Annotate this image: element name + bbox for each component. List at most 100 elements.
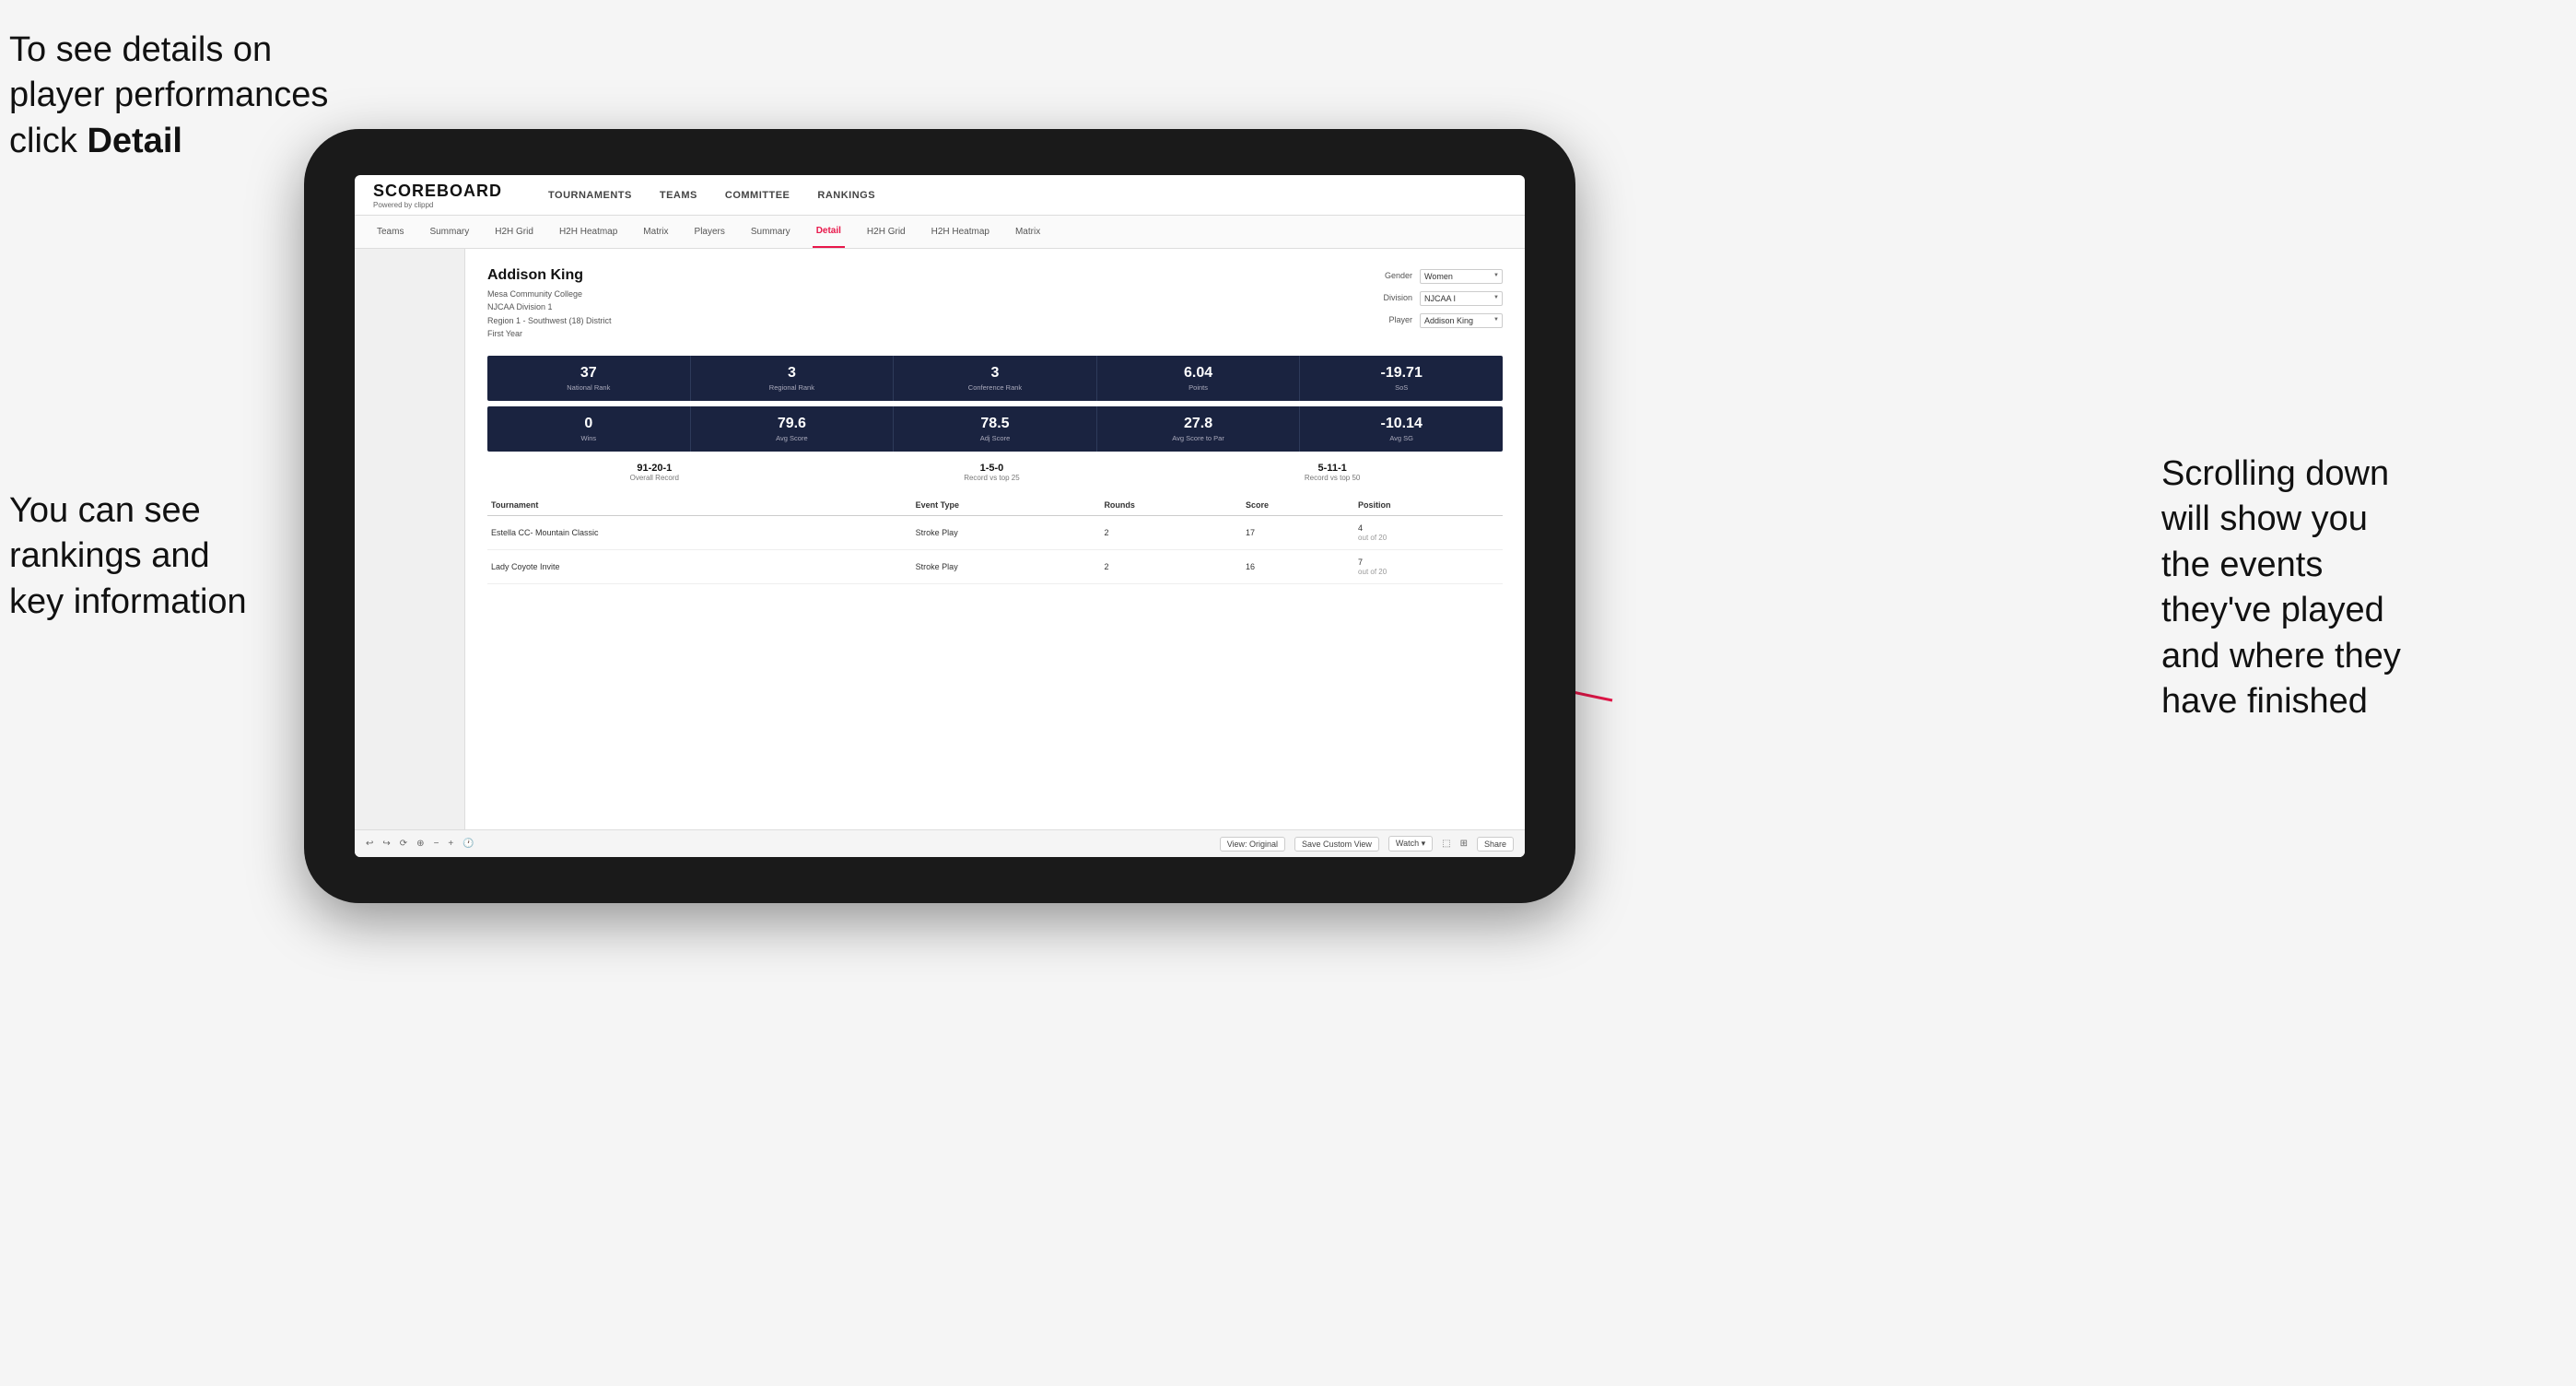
row2-event-type: Stroke Play <box>912 549 1101 583</box>
second-nav: Teams Summary H2H Grid H2H Heatmap Matri… <box>355 216 1525 249</box>
player-select-wrapper[interactable]: Addison King <box>1420 311 1503 328</box>
stat-regional-rank: 3 Regional Rank <box>691 356 895 401</box>
content-area: Addison King Mesa Community College NJCA… <box>355 249 1525 829</box>
tab-h2h-grid-2[interactable]: H2H Grid <box>863 216 909 248</box>
player-name: Addison King <box>487 267 612 284</box>
undo-icon[interactable]: ↩ <box>366 839 373 849</box>
stat-adj-score-value: 78.5 <box>980 416 1009 432</box>
stat-avg-score-value: 79.6 <box>778 416 806 432</box>
row1-event-type: Stroke Play <box>912 515 1101 549</box>
stat-adj-score: 78.5 Adj Score <box>894 406 1097 452</box>
stat-avg-score: 79.6 Avg Score <box>691 406 895 452</box>
stat-conference-rank-value: 3 <box>991 365 1000 382</box>
player-select[interactable]: Addison King <box>1420 313 1503 328</box>
player-region: Region 1 - Southwest (18) District <box>487 314 612 327</box>
clock-icon[interactable]: 🕐 <box>463 839 474 849</box>
record-overall-label: Overall Record <box>630 474 679 482</box>
player-school: Mesa Community College <box>487 288 612 300</box>
row1-tournament: Estella CC- Mountain Classic <box>487 515 912 549</box>
stat-avg-sg: -10.14 Avg SG <box>1300 406 1503 452</box>
col-event-type: Event Type <box>912 495 1101 516</box>
record-top25-value: 1-5-0 <box>980 463 1004 474</box>
player-filters: Gender Women Men Division <box>1370 267 1503 341</box>
screen-icon[interactable]: ⬚ <box>1442 839 1450 849</box>
nav-committee[interactable]: COMMITTEE <box>725 190 790 201</box>
stat-avg-score-par: 27.8 Avg Score to Par <box>1097 406 1301 452</box>
grid-icon[interactable]: ⊞ <box>1460 839 1468 849</box>
division-select-wrapper[interactable]: NJCAA I NJCAA II <box>1420 289 1503 306</box>
row2-rounds: 2 <box>1100 549 1242 583</box>
record-top25-label: Record vs top 25 <box>964 474 1019 482</box>
row1-rounds: 2 <box>1100 515 1242 549</box>
zoom-icon[interactable]: ⊕ <box>416 839 424 849</box>
tournament-table: Tournament Event Type Rounds Score Posit… <box>487 495 1503 584</box>
record-overall-value: 91-20-1 <box>637 463 672 474</box>
stats-row-2: 0 Wins 79.6 Avg Score 78.5 Adj Score 27.… <box>487 406 1503 452</box>
gender-label: Gender <box>1370 271 1412 280</box>
stat-regional-rank-label: Regional Rank <box>769 383 814 392</box>
save-custom-view-button[interactable]: Save Custom View <box>1294 837 1379 852</box>
redo-icon[interactable]: ↪ <box>382 839 390 849</box>
stat-sos-value: -19.71 <box>1380 365 1422 382</box>
stat-sos: -19.71 SoS <box>1300 356 1503 401</box>
stats-row-1: 37 National Rank 3 Regional Rank 3 Confe… <box>487 356 1503 401</box>
stat-points: 6.04 Points <box>1097 356 1301 401</box>
player-year: First Year <box>487 327 612 340</box>
tab-players[interactable]: Players <box>691 216 729 248</box>
stat-avg-score-par-label: Avg Score to Par <box>1172 434 1224 442</box>
top-nav: SCOREBOARD Powered by clippd TOURNAMENTS… <box>355 175 1525 216</box>
records-row: 91-20-1 Overall Record 1-5-0 Record vs t… <box>487 463 1503 482</box>
tab-summary-2[interactable]: Summary <box>747 216 794 248</box>
stat-avg-sg-label: Avg SG <box>1389 434 1413 442</box>
nav-teams[interactable]: TEAMS <box>660 190 697 201</box>
stat-wins-label: Wins <box>580 434 596 442</box>
nav-rankings[interactable]: RANKINGS <box>817 190 875 201</box>
col-rounds: Rounds <box>1100 495 1242 516</box>
share-button[interactable]: Share <box>1477 837 1514 852</box>
stat-wins-value: 0 <box>584 416 592 432</box>
stat-regional-rank-value: 3 <box>788 365 796 382</box>
tab-matrix[interactable]: Matrix <box>639 216 672 248</box>
tab-detail[interactable]: Detail <box>813 216 845 248</box>
watch-button[interactable]: Watch ▾ <box>1388 836 1433 852</box>
refresh-icon[interactable]: ⟳ <box>400 839 407 849</box>
tab-h2h-heatmap-2[interactable]: H2H Heatmap <box>928 216 993 248</box>
logo-sub: Powered by clippd <box>373 201 502 209</box>
view-original-button[interactable]: View: Original <box>1220 837 1285 852</box>
stat-national-rank-label: National Rank <box>567 383 610 392</box>
stat-avg-sg-value: -10.14 <box>1380 416 1422 432</box>
division-select[interactable]: NJCAA I NJCAA II <box>1420 291 1503 306</box>
col-score: Score <box>1242 495 1354 516</box>
col-empty <box>861 495 912 516</box>
division-label: Division <box>1370 293 1412 302</box>
row1-score: 17 <box>1242 515 1354 549</box>
stat-sos-label: SoS <box>1395 383 1408 392</box>
gender-select[interactable]: Women Men <box>1420 269 1503 284</box>
stat-avg-score-par-value: 27.8 <box>1184 416 1212 432</box>
record-top50-label: Record vs top 50 <box>1305 474 1360 482</box>
stat-points-label: Points <box>1188 383 1208 392</box>
tablet-screen: SCOREBOARD Powered by clippd TOURNAMENTS… <box>355 175 1525 857</box>
record-overall: 91-20-1 Overall Record <box>630 463 679 482</box>
tab-h2h-grid[interactable]: H2H Grid <box>491 216 537 248</box>
minus-icon[interactable]: − <box>434 839 439 849</box>
row2-tournament: Lady Coyote Invite <box>487 549 912 583</box>
record-top50-value: 5-11-1 <box>1318 463 1347 474</box>
stat-national-rank: 37 National Rank <box>487 356 691 401</box>
main-content: Addison King Mesa Community College NJCA… <box>465 249 1525 829</box>
logo-text: SCOREBOARD <box>373 182 502 201</box>
annotation-bottom-left: You can see rankings and key information <box>9 488 341 625</box>
gender-select-wrapper[interactable]: Women Men <box>1420 267 1503 284</box>
tab-teams[interactable]: Teams <box>373 216 407 248</box>
player-filter-row: Player Addison King <box>1370 311 1503 328</box>
table-row: Estella CC- Mountain Classic Stroke Play… <box>487 515 1503 549</box>
tab-summary[interactable]: Summary <box>426 216 473 248</box>
annotation-right: Scrolling down will show you the events … <box>2161 452 2567 724</box>
tab-h2h-heatmap[interactable]: H2H Heatmap <box>556 216 621 248</box>
player-label: Player <box>1370 315 1412 324</box>
nav-tournaments[interactable]: TOURNAMENTS <box>548 190 632 201</box>
stat-avg-score-label: Avg Score <box>776 434 807 442</box>
tab-matrix-2[interactable]: Matrix <box>1012 216 1044 248</box>
plus-icon[interactable]: + <box>448 839 453 849</box>
left-sidebar <box>355 249 465 829</box>
